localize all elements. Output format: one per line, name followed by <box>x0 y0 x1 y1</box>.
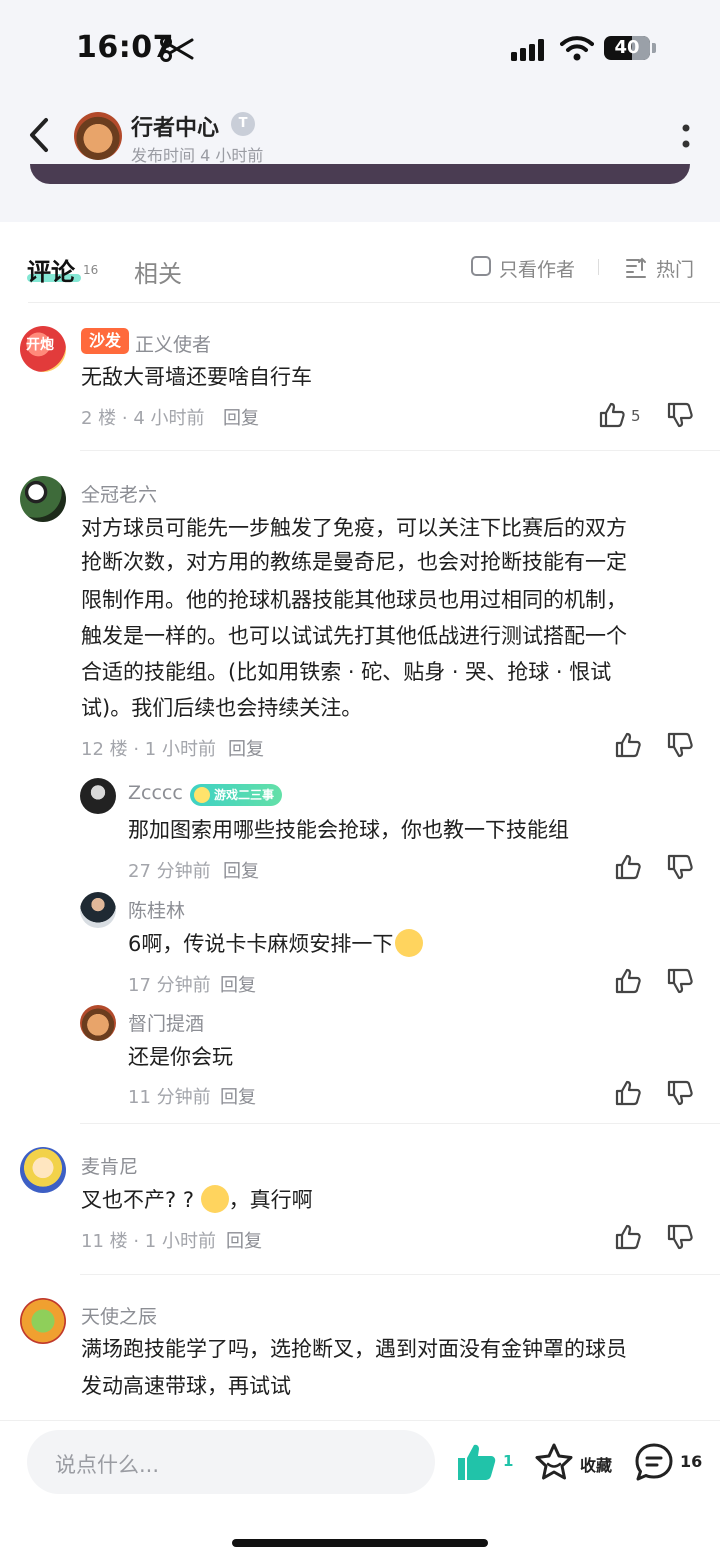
reply-text-content: 6啊，传说卡卡麻烦安排一下 <box>128 932 394 956</box>
battery-indicator: 40 <box>604 36 650 60</box>
post-like-count: 1 <box>503 1452 514 1470</box>
thumbs-up-filled-icon[interactable] <box>456 1442 498 1482</box>
comment-username[interactable]: 麦肯尼 <box>81 1152 138 1179</box>
comment-avatar[interactable] <box>20 1298 66 1344</box>
wifi-icon <box>560 36 594 61</box>
comment-meta: 11 楼 · 1 小时前 <box>81 1231 216 1252</box>
reply-button[interactable]: 回复 <box>220 971 256 997</box>
game-badge-icon <box>194 787 210 803</box>
battery-tip <box>652 43 656 53</box>
reply-text: 还是你会玩 <box>128 1045 233 1069</box>
author-avatar[interactable] <box>74 112 122 160</box>
tab-related[interactable]: 相关 <box>134 254 182 289</box>
thumbs-down-icon[interactable] <box>666 967 694 995</box>
game-badge-label: 游戏二三事 <box>214 788 275 802</box>
sort-hot-label[interactable]: 热门 <box>656 255 694 282</box>
reply-username[interactable]: 督门提酒 <box>128 1009 204 1036</box>
comment-icon[interactable] <box>634 1442 674 1482</box>
thumbs-up-icon[interactable] <box>614 1079 642 1107</box>
reply-avatar[interactable] <box>80 1005 116 1041</box>
comment-input-placeholder[interactable]: 说点什么... <box>55 1449 159 1479</box>
thumbs-up-icon[interactable] <box>614 1223 642 1251</box>
thumbs-down-icon[interactable] <box>666 401 694 429</box>
avatar-text: 开炮 <box>26 337 54 353</box>
reply-avatar[interactable] <box>80 892 116 928</box>
comment-avatar[interactable]: 开炮 <box>20 326 66 372</box>
comment-text-line: 合适的技能组。(比如用铁索 · 砣、贴身 · 哭、抢球 · 恨试 <box>81 660 612 684</box>
tabs-divider <box>28 302 720 303</box>
sofa-badge: 沙发 <box>81 328 130 354</box>
comment-username[interactable]: 全冠老六 <box>81 480 157 507</box>
comment-text-line: 抢断次数，对方用的教练是曼奇尼，也会对抢断技能有一定 <box>81 550 627 574</box>
publish-time: 发布时间 4 小时前 <box>131 146 264 165</box>
favorite-label[interactable]: 收藏 <box>580 1452 612 1476</box>
author-level-badge: T <box>231 112 255 136</box>
only-author-label[interactable]: 只看作者 <box>499 255 575 282</box>
comment-text-line: 限制作用。他的抢球机器技能其他球员也用过相同的机制， <box>81 588 627 612</box>
reply-meta: 11 分钟前 <box>128 1087 211 1108</box>
thumbs-down-icon[interactable] <box>666 853 694 881</box>
thumbs-down-icon[interactable] <box>666 731 694 759</box>
hug-emoji-icon <box>395 929 424 957</box>
reply-text: 6啊，传说卡卡麻烦安排一下 <box>128 927 424 961</box>
back-arrow-icon[interactable] <box>22 114 56 156</box>
thumbs-up-icon[interactable] <box>598 401 626 429</box>
scissors-icon <box>160 36 194 62</box>
comment-meta: 12 楼 · 1 小时前 <box>81 739 216 760</box>
reply-button[interactable]: 回复 <box>220 1083 256 1109</box>
reply-meta: 17 分钟前 <box>128 975 211 996</box>
comment-text: 叉也不产? ? ，真行啊 <box>81 1183 313 1217</box>
sweat-smile-emoji-icon <box>200 1185 229 1213</box>
post-banner-edge <box>30 164 690 184</box>
comment-divider <box>80 450 720 451</box>
comment-text-line: 触发是一样的。也可以试试先打其他低战进行测试搭配一个 <box>81 624 627 648</box>
author-name[interactable]: 行者中心 <box>131 110 219 142</box>
sort-icon[interactable] <box>625 256 647 278</box>
reply-button[interactable]: 回复 <box>223 404 259 430</box>
reply-avatar[interactable] <box>80 778 116 814</box>
comment-count: 16 <box>680 1452 703 1471</box>
like-count: 5 <box>631 407 641 425</box>
star-icon[interactable] <box>534 1442 574 1482</box>
comments-count: 16 <box>83 263 99 277</box>
tabs-separator <box>598 259 599 275</box>
game-badge: 游戏二三事 <box>190 784 283 806</box>
thumbs-down-icon[interactable] <box>666 1079 694 1107</box>
comment-text-line: 发动高速带球，再试试 <box>81 1374 291 1398</box>
cellular-signal-icon <box>511 39 544 61</box>
thumbs-up-icon[interactable] <box>614 967 642 995</box>
reply-button[interactable]: 回复 <box>223 857 259 883</box>
comment-text-line: 满场跑技能学了吗，选抢断叉，遇到对面没有金钟罩的球员 <box>81 1337 627 1361</box>
comment-text-line: 试)。我们后续也会持续关注。 <box>81 696 363 720</box>
reply-text: 那加图索用哪些技能会抢球，你也教一下技能组 <box>128 818 569 842</box>
only-author-checkbox[interactable] <box>471 256 491 276</box>
comment-username[interactable]: 天使之辰 <box>81 1302 157 1329</box>
comment-meta: 2 楼 · 4 小时前 <box>81 408 205 429</box>
reply-button[interactable]: 回复 <box>228 735 264 761</box>
thumbs-down-icon[interactable] <box>666 1223 694 1251</box>
comment-avatar[interactable] <box>20 1147 66 1193</box>
home-indicator <box>232 1539 488 1547</box>
comment-divider <box>80 1274 720 1275</box>
comment-username[interactable]: 正义使者 <box>135 330 211 357</box>
comment-text-line: 对方球员可能先一步触发了免疫，可以关注下比赛后的双方 <box>81 516 627 540</box>
comment-avatar[interactable] <box>20 476 66 522</box>
thumbs-up-icon[interactable] <box>614 731 642 759</box>
battery-level: 40 <box>614 37 640 58</box>
reply-username[interactable]: Zcccc <box>128 782 183 804</box>
reply-meta: 27 分钟前 <box>128 861 211 882</box>
more-options-icon[interactable] <box>676 122 696 152</box>
comment-text-start: 叉也不产? ? <box>81 1188 201 1212</box>
comment-text-end: ，真行啊 <box>228 1188 313 1212</box>
comment-divider <box>80 1123 720 1124</box>
tab-comments[interactable]: 评论 <box>27 252 75 287</box>
reply-button[interactable]: 回复 <box>226 1227 262 1253</box>
thumbs-up-icon[interactable] <box>614 853 642 881</box>
reply-username[interactable]: 陈桂林 <box>128 896 185 923</box>
comment-text: 无敌大哥墙还要啥自行车 <box>81 365 312 389</box>
